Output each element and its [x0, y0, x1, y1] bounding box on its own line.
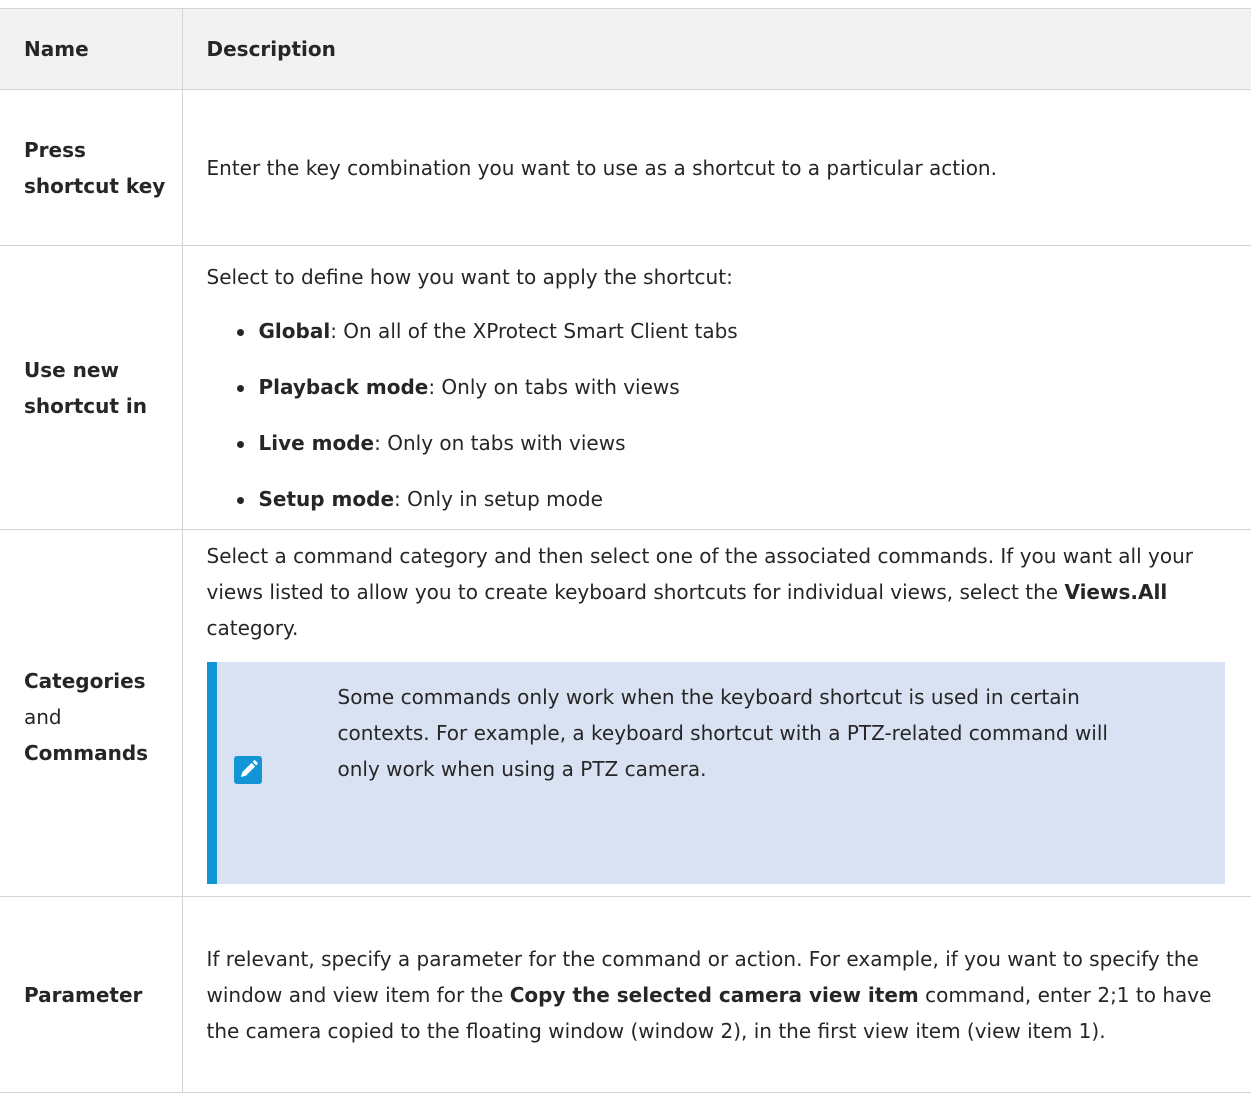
row-description: Select to define how you want to apply t…: [181, 245, 1251, 530]
name-part: and: [24, 705, 62, 729]
option-text: : On all of the XProtect Smart Client ta…: [330, 318, 738, 343]
table-row: Press shortcut key Enter the key combina…: [0, 89, 1251, 246]
table-header-row: Name Description: [0, 8, 1251, 90]
mode-options-list: Global: On all of the XProtect Smart Cli…: [207, 313, 1233, 517]
header-description: Description: [181, 8, 1251, 90]
option-term: Global: [258, 318, 331, 343]
row-description: Select a command category and then selec…: [181, 529, 1251, 897]
pencil-icon: [233, 756, 262, 784]
option-text: : Only on tabs with views: [374, 430, 626, 455]
option-term: Playback mode: [258, 374, 429, 399]
description-text: Select a command category and then selec…: [207, 538, 1233, 646]
description-bold-term: Views.All: [1064, 580, 1168, 604]
list-item: Setup mode: Only in setup mode: [236, 481, 1233, 517]
row-name-press-shortcut-key: Press shortcut key: [0, 89, 183, 246]
note-box: Some commands only work when the keyboar…: [206, 662, 1225, 884]
description-text-start: Select a command category and then selec…: [206, 544, 1194, 604]
description-bold-term: Copy the selected camera view item: [509, 982, 919, 1007]
row-name-parameter: Parameter: [0, 896, 183, 1093]
list-item: Live mode: Only on tabs with views: [236, 425, 1233, 461]
description-text: If relevant, specify a parameter for the…: [207, 941, 1233, 1049]
option-term: Setup mode: [258, 486, 395, 511]
table-row: Use new shortcut in Select to define how…: [0, 245, 1251, 530]
table-row: Categories and Commands Select a command…: [0, 529, 1251, 897]
option-term: Live mode: [258, 430, 375, 455]
description-text-end: category.: [206, 616, 299, 640]
row-description: If relevant, specify a parameter for the…: [181, 896, 1251, 1093]
list-item: Playback mode: Only on tabs with views: [236, 369, 1233, 405]
row-name-use-new-shortcut-in: Use new shortcut in: [0, 245, 183, 530]
option-text: : Only in setup mode: [394, 486, 603, 511]
row-name-categories-and-commands: Categories and Commands: [0, 529, 183, 897]
row-description: Enter the key combination you want to us…: [181, 89, 1251, 246]
header-name: Name: [0, 8, 183, 90]
table-row: Parameter If relevant, specify a paramet…: [0, 896, 1251, 1093]
name-part: Commands: [24, 741, 149, 765]
options-intro: Select to define how you want to apply t…: [206, 264, 733, 289]
list-item: Global: On all of the XProtect Smart Cli…: [236, 313, 1233, 349]
shortcut-settings-table: Name Description Press shortcut key Ente…: [0, 8, 1251, 1093]
note-text: Some commands only work when the keyboar…: [337, 685, 1108, 781]
name-part: Categories: [24, 669, 146, 693]
option-text: : Only on tabs with views: [428, 374, 680, 399]
